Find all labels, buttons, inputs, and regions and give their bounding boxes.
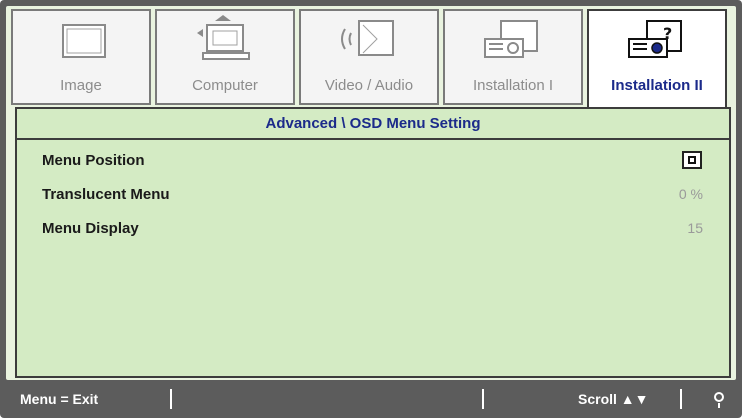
tab-installation-2[interactable]: ? Installation II: [587, 9, 727, 107]
menu-position-icon: [682, 151, 702, 169]
footer-bar: Menu = Exit Scroll ▲▼: [6, 385, 736, 413]
footer-divider: [680, 389, 682, 409]
scroll-hint: Scroll ▲▼: [578, 391, 649, 407]
tab-label: Installation II: [611, 77, 703, 94]
tab-bar: Image Computer Video / Audio Installatio…: [11, 9, 731, 107]
monitor-icon: [13, 11, 149, 69]
settings-panel: Menu Position Translucent Menu 0 % Menu …: [15, 140, 731, 378]
menu-item-menu-display[interactable]: Menu Display 15: [17, 216, 729, 240]
menu-item-label: Menu Display: [42, 219, 139, 237]
tab-label: Image: [60, 77, 102, 94]
menu-item-label: Menu Position: [42, 151, 145, 169]
menu-item-label: Translucent Menu: [42, 185, 170, 203]
tab-label: Video / Audio: [324, 77, 414, 94]
submenu-title: Advanced \ OSD Menu Setting: [265, 115, 481, 132]
tab-installation-1[interactable]: Installation I: [443, 9, 583, 105]
menu-item-translucent-menu[interactable]: Translucent Menu 0 %: [17, 182, 729, 206]
tab-label: Computer: [192, 77, 258, 94]
computer-icon: [157, 11, 293, 69]
menu-item-value: 0 %: [678, 186, 703, 202]
tab-image[interactable]: Image: [11, 9, 151, 105]
video-audio-icon: [301, 11, 437, 69]
tab-video-audio[interactable]: Video / Audio: [299, 9, 439, 105]
tab-label: Installation I: [472, 77, 554, 94]
bulb-icon: [714, 392, 724, 408]
projector-help-icon: ?: [589, 11, 725, 69]
menu-item-menu-position[interactable]: Menu Position: [17, 148, 729, 172]
exit-hint: Menu = Exit: [20, 391, 99, 407]
menu-item-value: 15: [687, 220, 703, 236]
footer-divider: [482, 389, 484, 409]
tab-computer[interactable]: Computer: [155, 9, 295, 105]
projector-icon: [445, 11, 581, 69]
submenu-header: Advanced \ OSD Menu Setting: [15, 107, 731, 140]
footer-divider: [170, 389, 172, 409]
